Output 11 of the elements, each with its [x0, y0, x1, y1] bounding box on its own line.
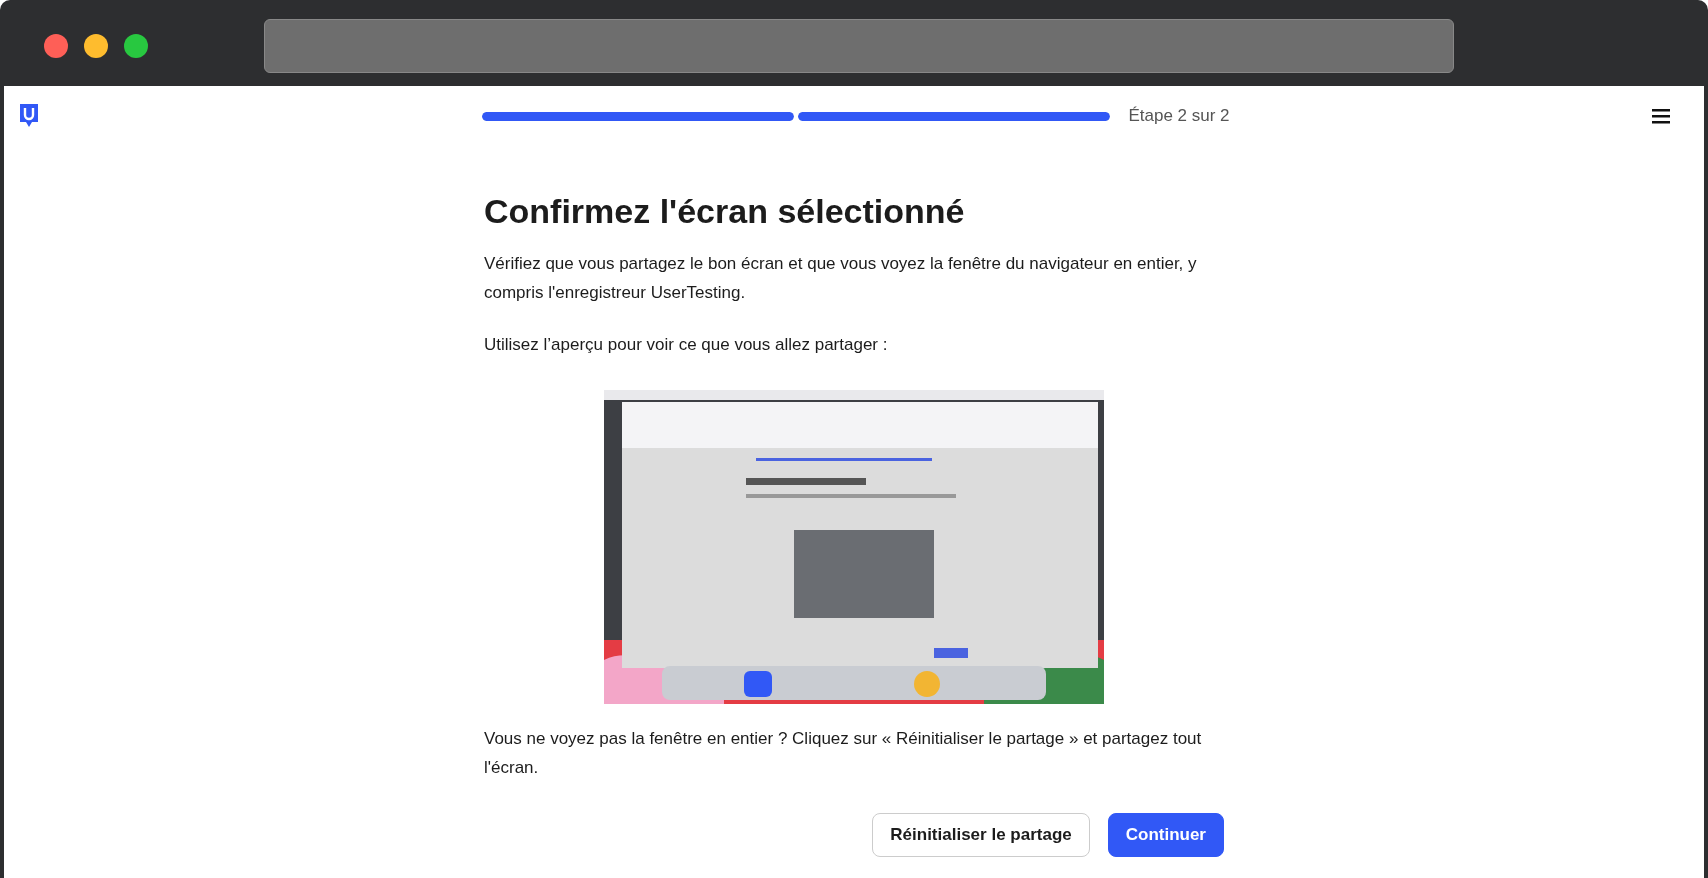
reset-button[interactable]: Réinitialiser le partage	[872, 813, 1090, 857]
step-label: Étape 2 sur 2	[1128, 106, 1230, 126]
minimize-icon[interactable]	[84, 34, 108, 58]
hint-text: Vous ne voyez pas la fenêtre en entier ? Cliquez sur « Réinitialiser le partage » et partagez tout l'écran.	[484, 728, 1203, 779]
menu-icon[interactable]	[1652, 108, 1670, 124]
close-icon[interactable]	[44, 34, 68, 58]
maximize-icon[interactable]	[124, 34, 148, 58]
preview-prompt: Utilisez l’aperçu pour voir ce que vous allez partager :	[484, 334, 889, 356]
continue-button[interactable]: Continuer	[1107, 813, 1224, 857]
intro-text: Vérifiez que vous partagez le bon écran et que vous voyez la fenêtre du navigateur en entier, y compris l'enregistreur UserTesting.	[484, 253, 1198, 304]
page-title: Confirmez l'écran sélectionné	[484, 192, 966, 231]
